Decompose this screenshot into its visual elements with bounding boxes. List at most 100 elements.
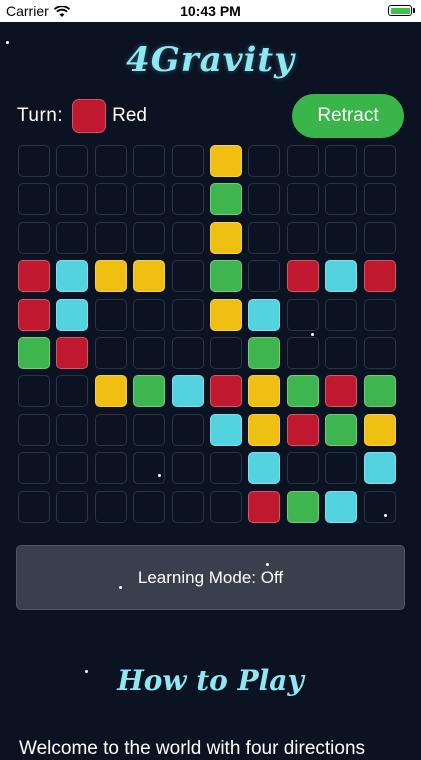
board-cell-empty[interactable] (171, 298, 204, 331)
board-piece-green[interactable] (210, 183, 242, 216)
board-piece-yellow[interactable] (94, 375, 127, 408)
board-piece-cyan[interactable] (210, 413, 242, 446)
board-cell-empty[interactable] (286, 337, 319, 369)
board-cell-empty[interactable] (248, 145, 281, 177)
board-piece-yellow[interactable] (94, 260, 127, 293)
board-cell-empty[interactable] (56, 183, 89, 216)
board-cell-empty[interactable] (133, 221, 166, 254)
board-piece-cyan[interactable] (248, 452, 281, 485)
board-piece-cyan[interactable] (56, 260, 89, 293)
board-cell-empty[interactable] (94, 490, 127, 523)
board-piece-yellow[interactable] (133, 260, 166, 293)
board-piece-cyan[interactable] (325, 490, 358, 523)
board-piece-red[interactable] (286, 413, 319, 446)
board-piece-yellow[interactable] (210, 298, 242, 331)
board-piece-red[interactable] (18, 298, 50, 331)
board-cell-empty[interactable] (286, 452, 319, 485)
board-piece-green[interactable] (286, 375, 319, 408)
board-piece-red[interactable] (56, 337, 89, 369)
board-piece-cyan[interactable] (56, 298, 89, 331)
board-cell-empty[interactable] (248, 260, 281, 293)
learning-mode-toggle[interactable]: Learning Mode: Off (16, 545, 405, 610)
board-cell-empty[interactable] (325, 298, 358, 331)
board-piece-red[interactable] (18, 260, 50, 293)
board-piece-cyan[interactable] (171, 375, 204, 408)
board-cell-empty[interactable] (286, 145, 319, 177)
board-cell-empty[interactable] (325, 337, 358, 369)
board-piece-green[interactable] (286, 490, 319, 523)
board-cell-empty[interactable] (171, 221, 204, 254)
board-piece-red[interactable] (248, 490, 281, 523)
board-cell-empty[interactable] (363, 490, 396, 523)
board-piece-green[interactable] (363, 375, 396, 408)
board-cell-empty[interactable] (133, 337, 166, 369)
board-cell-empty[interactable] (210, 490, 242, 523)
board-cell-empty[interactable] (18, 452, 50, 485)
board-cell-empty[interactable] (286, 298, 319, 331)
board-cell-empty[interactable] (94, 413, 127, 446)
board-cell-empty[interactable] (56, 145, 89, 177)
board-cell-empty[interactable] (171, 452, 204, 485)
board-cell-empty[interactable] (18, 375, 50, 408)
board-cell-empty[interactable] (210, 337, 242, 369)
board-piece-cyan[interactable] (248, 298, 281, 331)
board-cell-empty[interactable] (94, 183, 127, 216)
board-cell-empty[interactable] (94, 337, 127, 369)
board-cell-empty[interactable] (94, 298, 127, 331)
board-cell-empty[interactable] (56, 375, 89, 408)
board-cell-empty[interactable] (171, 413, 204, 446)
board-cell-empty[interactable] (210, 452, 242, 485)
board-piece-red[interactable] (363, 260, 396, 293)
board-piece-cyan[interactable] (363, 452, 396, 485)
board-cell-empty[interactable] (325, 452, 358, 485)
board-piece-yellow[interactable] (248, 375, 281, 408)
board-piece-yellow[interactable] (210, 145, 242, 177)
board-cell-empty[interactable] (325, 145, 358, 177)
board-piece-green[interactable] (133, 375, 166, 408)
board-cell-empty[interactable] (56, 413, 89, 446)
board-cell-empty[interactable] (56, 221, 89, 254)
board-cell-empty[interactable] (363, 298, 396, 331)
board-cell-empty[interactable] (18, 490, 50, 523)
board-cell-empty[interactable] (171, 183, 204, 216)
board-cell-empty[interactable] (171, 337, 204, 369)
board-cell-empty[interactable] (363, 183, 396, 216)
board-cell-empty[interactable] (56, 490, 89, 523)
board-piece-yellow[interactable] (363, 413, 396, 446)
board-piece-red[interactable] (325, 375, 358, 408)
board-cell-empty[interactable] (133, 298, 166, 331)
board-cell-empty[interactable] (18, 221, 50, 254)
board-cell-empty[interactable] (286, 221, 319, 254)
board-cell-empty[interactable] (325, 183, 358, 216)
board-cell-empty[interactable] (133, 413, 166, 446)
board-cell-empty[interactable] (18, 413, 50, 446)
board-cell-empty[interactable] (363, 221, 396, 254)
board-piece-cyan[interactable] (325, 260, 358, 293)
board-piece-green[interactable] (210, 260, 242, 293)
board-cell-empty[interactable] (133, 490, 166, 523)
board-piece-green[interactable] (248, 337, 281, 369)
board-cell-empty[interactable] (133, 145, 166, 177)
board-cell-empty[interactable] (171, 260, 204, 293)
board-cell-empty[interactable] (94, 221, 127, 254)
board-cell-empty[interactable] (18, 145, 50, 177)
board-cell-empty[interactable] (94, 145, 127, 177)
board-cell-empty[interactable] (18, 183, 50, 216)
board-cell-empty[interactable] (133, 452, 166, 485)
board-piece-green[interactable] (325, 413, 358, 446)
board-piece-yellow[interactable] (248, 413, 281, 446)
board-cell-empty[interactable] (248, 183, 281, 216)
board-piece-yellow[interactable] (210, 221, 242, 254)
board-cell-empty[interactable] (171, 145, 204, 177)
board-cell-empty[interactable] (248, 221, 281, 254)
board-cell-empty[interactable] (325, 221, 358, 254)
board-cell-empty[interactable] (286, 183, 319, 216)
board-cell-empty[interactable] (363, 337, 396, 369)
board-cell-empty[interactable] (56, 452, 89, 485)
board-cell-empty[interactable] (363, 145, 396, 177)
board-cell-empty[interactable] (171, 490, 204, 523)
board-piece-green[interactable] (18, 337, 50, 369)
retract-button[interactable]: Retract (292, 94, 404, 138)
board-cell-empty[interactable] (94, 452, 127, 485)
board-cell-empty[interactable] (133, 183, 166, 216)
